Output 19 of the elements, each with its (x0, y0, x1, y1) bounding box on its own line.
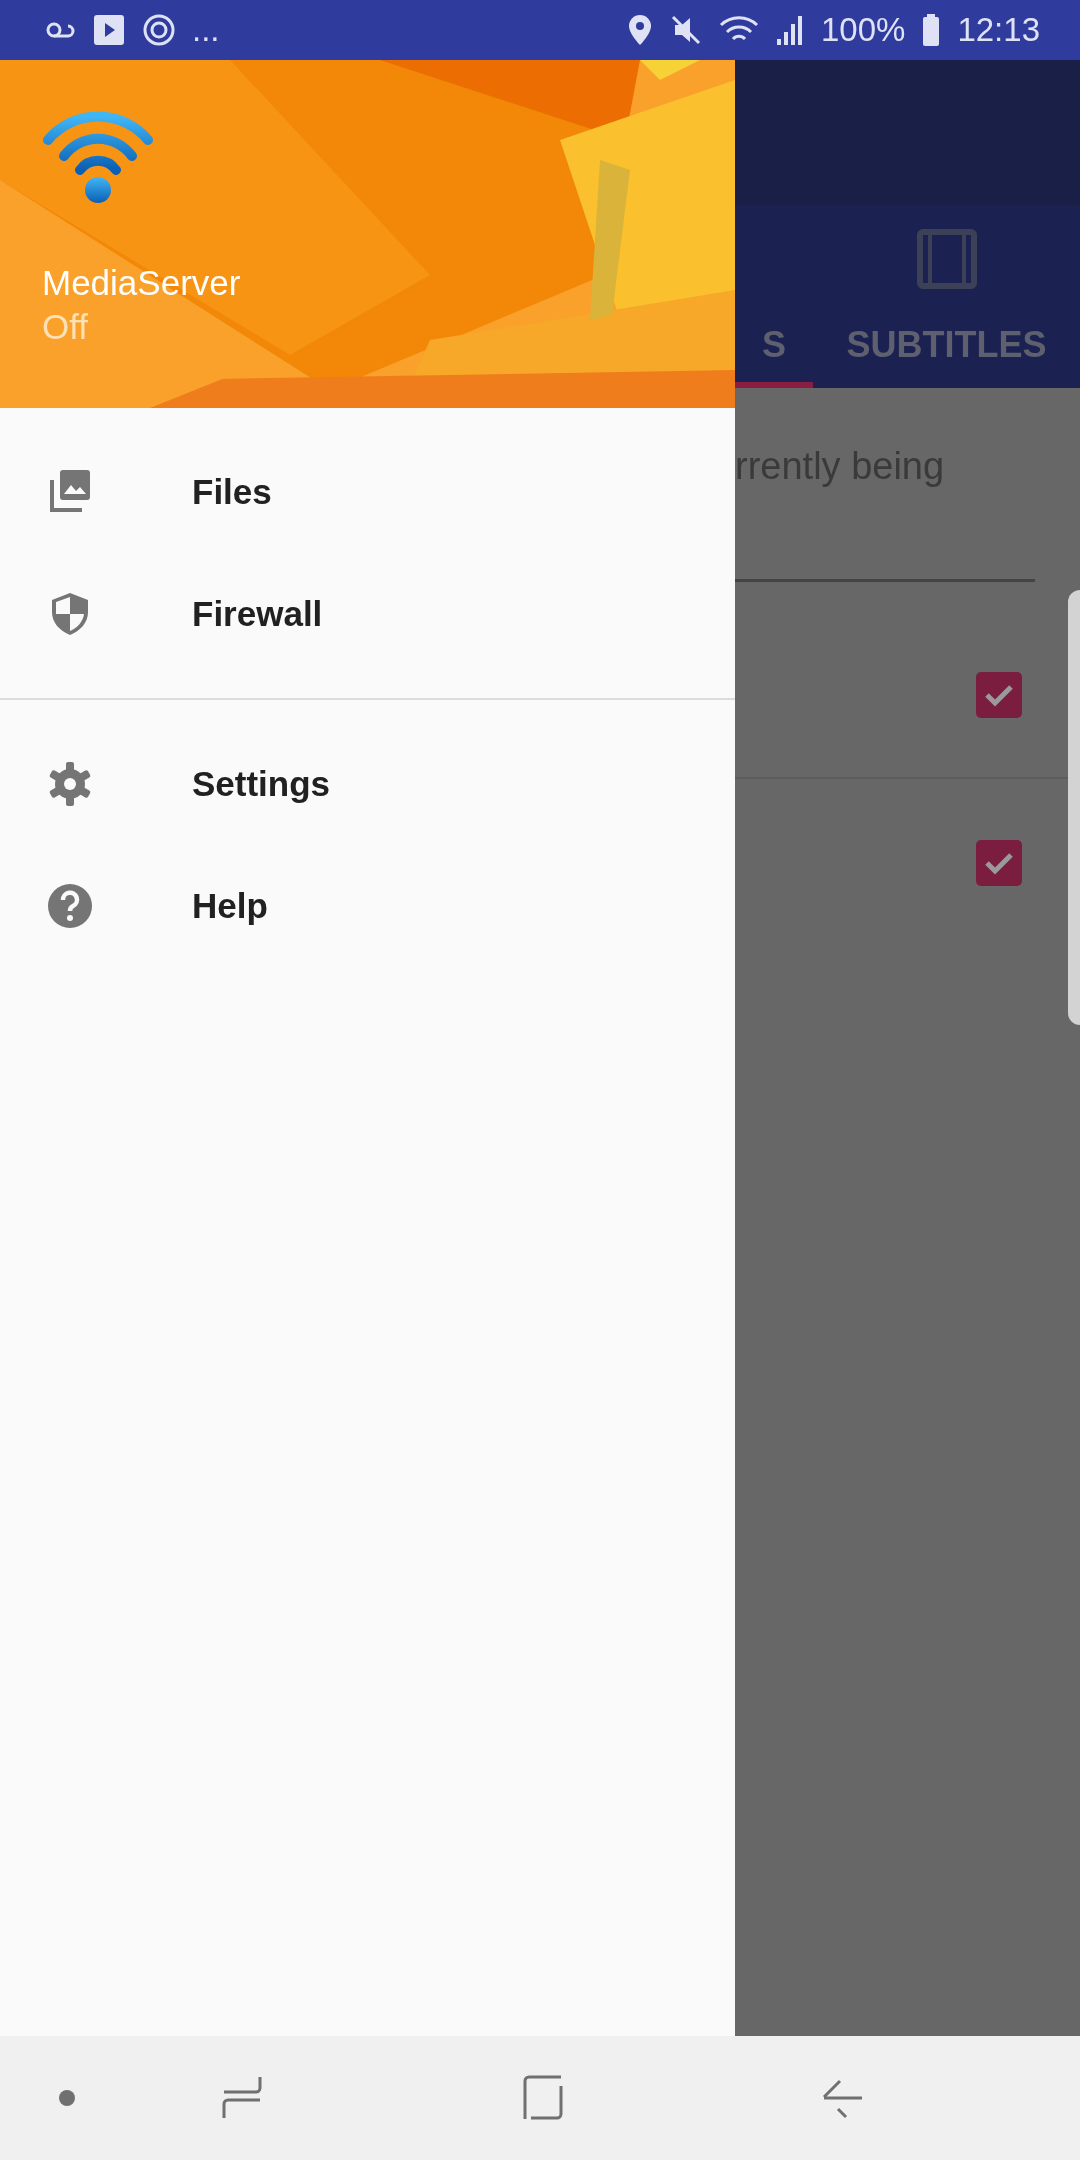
battery-icon (921, 13, 942, 47)
app-title: MediaServer (42, 262, 242, 304)
menu-item[interactable]: Help (0, 845, 735, 967)
film-icon (915, 228, 978, 290)
battery-percent: 100% (821, 10, 906, 51)
checkbox[interactable] (976, 839, 1022, 886)
menu-item[interactable]: Files (0, 431, 735, 553)
video-icon (92, 13, 126, 47)
location-icon (627, 13, 653, 47)
checkbox[interactable] (976, 671, 1022, 718)
signal-icon (775, 13, 805, 47)
menu-item[interactable]: Firewall (0, 553, 735, 675)
clock: 12:13 (957, 10, 1040, 51)
help-icon (46, 882, 94, 930)
menu-item[interactable]: Settings (0, 723, 735, 845)
server-status: Off (42, 306, 90, 348)
overflow-dots: ... (192, 10, 220, 51)
home-icon[interactable] (521, 2074, 565, 2122)
mute-icon (669, 13, 703, 47)
